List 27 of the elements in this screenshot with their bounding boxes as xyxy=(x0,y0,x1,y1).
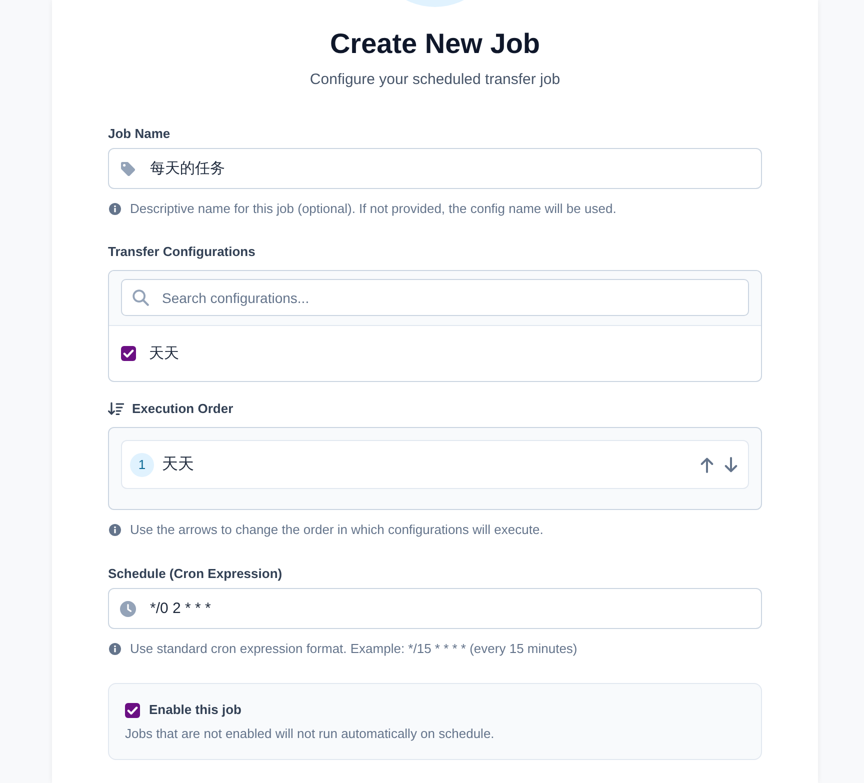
order-label: 天天 xyxy=(162,455,194,475)
hint-text: Use standard cron expression format. Example: */15 * * * * (every 15 minutes) xyxy=(130,640,578,658)
config-label: 天天 xyxy=(149,344,179,363)
field-label: Job Name xyxy=(108,125,170,143)
job-name-input[interactable]: 每天的任务 xyxy=(108,148,762,189)
down-arrow-icon xyxy=(724,456,738,472)
cron-input[interactable]: */0 2 * * * xyxy=(108,588,762,629)
info-icon xyxy=(109,524,121,536)
order-number: 1 xyxy=(130,452,154,476)
move-up-button[interactable] xyxy=(700,456,714,472)
page-title: Create New Job xyxy=(330,27,540,61)
field-label: Execution Order xyxy=(132,400,234,418)
enable-checkbox[interactable] xyxy=(125,702,140,718)
field-label: Schedule (Cron Expression) xyxy=(108,565,282,583)
info-icon xyxy=(109,643,121,655)
config-checkbox[interactable] xyxy=(121,346,136,361)
hint-text: Descriptive name for this job (optional). If not provided, the config name will be used. xyxy=(130,200,616,218)
enable-description: Jobs that are not enabled will not run automatically on schedule. xyxy=(125,725,496,743)
sort-icon xyxy=(108,402,124,416)
up-arrow-icon xyxy=(700,456,714,472)
search-input[interactable]: Search configurations... xyxy=(121,279,749,316)
enable-label: Enable this job xyxy=(149,701,242,719)
page-subtitle: Configure your scheduled transfer job xyxy=(310,70,560,90)
info-icon xyxy=(109,203,121,215)
move-down-button[interactable] xyxy=(724,456,738,472)
field-label: Transfer Configurations xyxy=(108,243,256,261)
hint-text: Use the arrows to change the order in which configurations will execute. xyxy=(130,521,544,539)
